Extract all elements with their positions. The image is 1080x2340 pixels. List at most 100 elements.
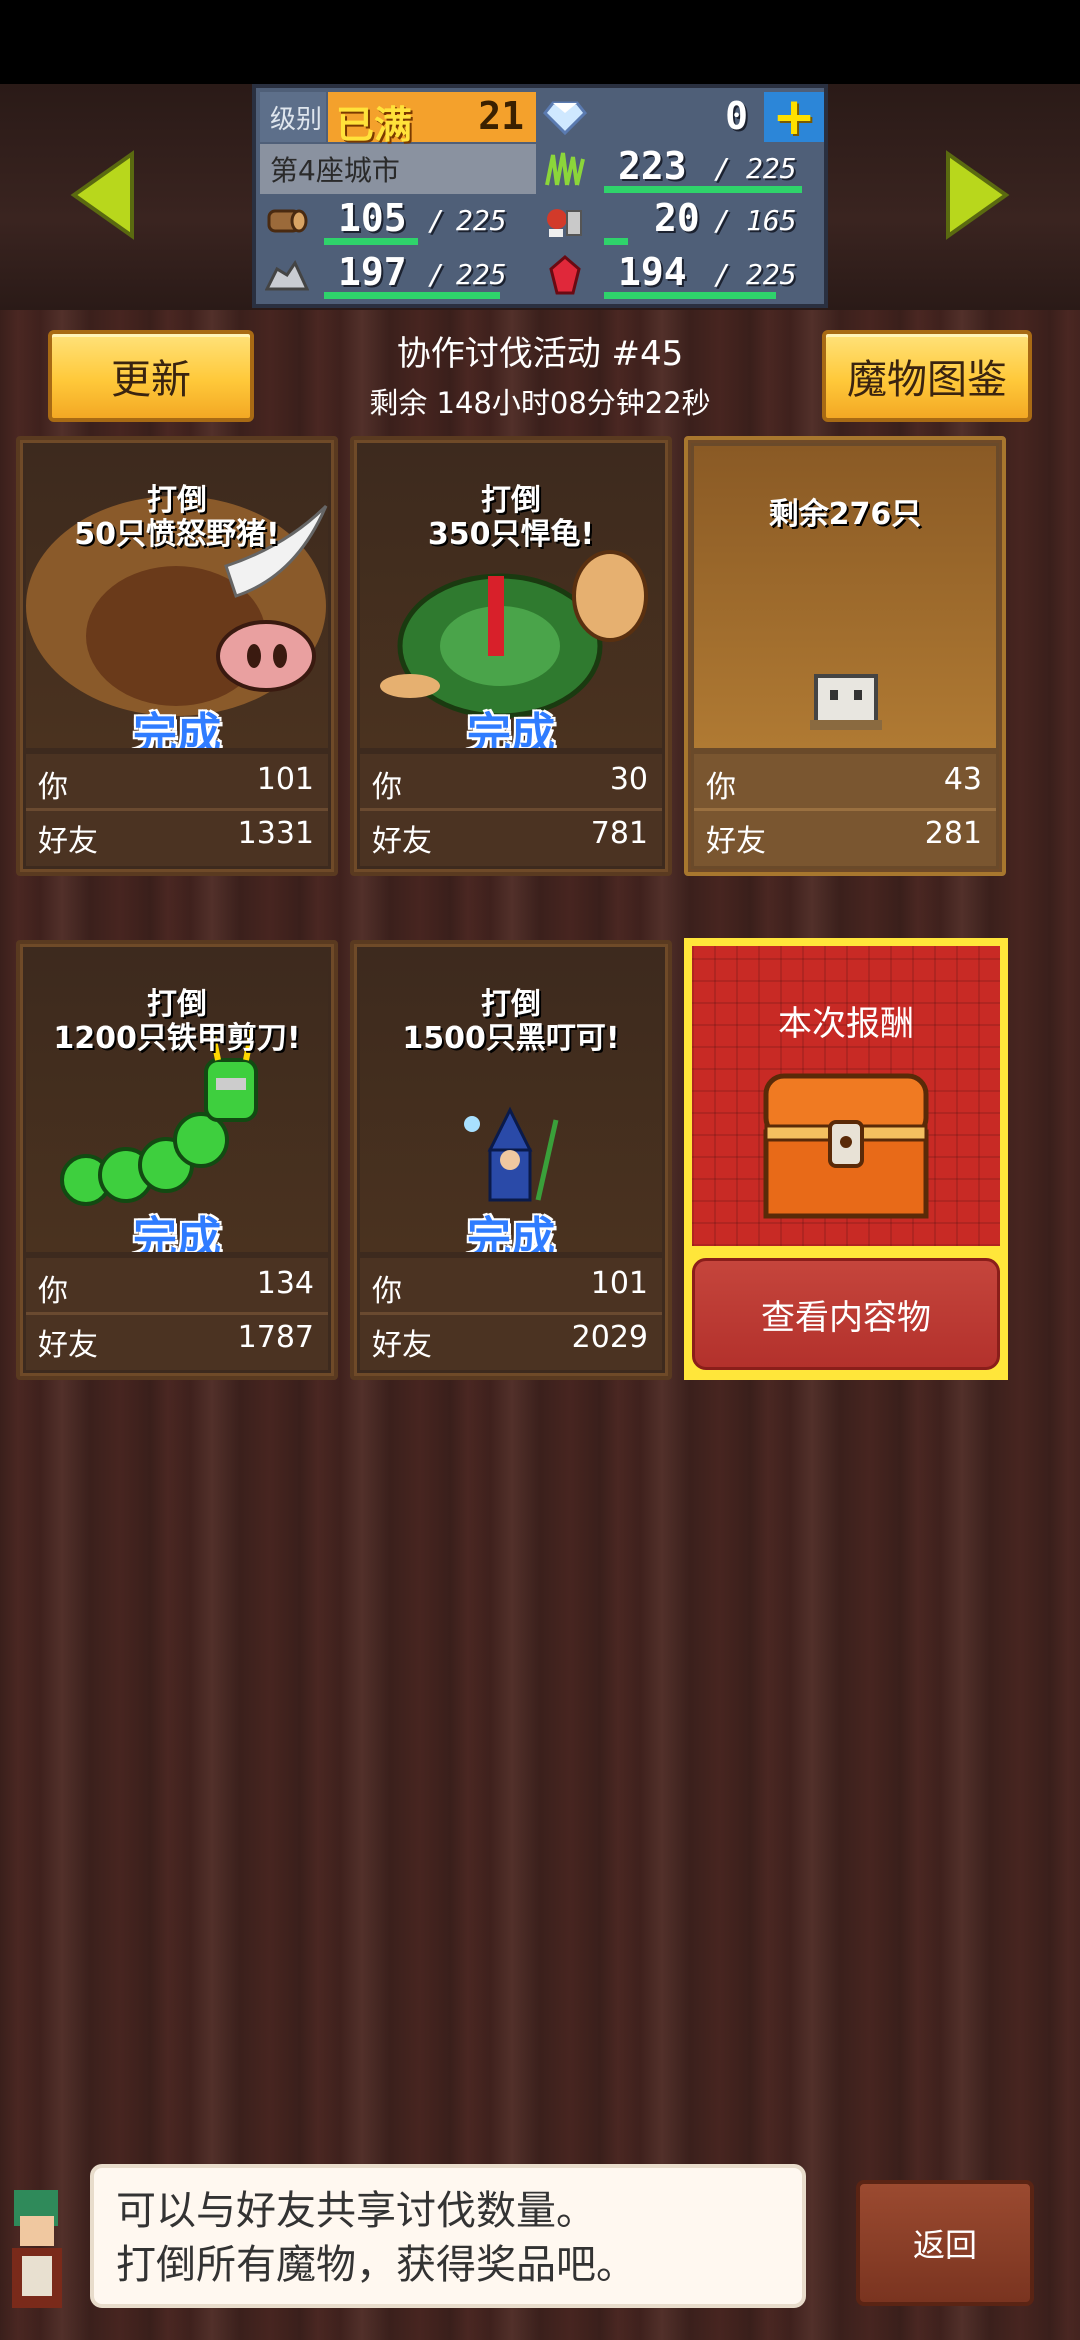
card-caption: 打倒 1200只铁甲剪刀! [26, 988, 328, 1056]
card-caption: 打倒 50只愤怒野猪! [26, 484, 328, 552]
ore-bar [324, 292, 500, 299]
complete-label: 完成 [133, 1213, 221, 1252]
crystal-icon [540, 252, 590, 298]
crystal-value: 194 [618, 250, 687, 294]
resource-panel: 级别 已满 21 0 + 第4座城市 223 / 225 105 / 225 2… [252, 84, 828, 308]
you-count: 134 [256, 1266, 314, 1301]
crystal-bar [604, 292, 776, 299]
arrow-right-icon [946, 150, 1010, 240]
complete-label: 完成 [133, 709, 221, 748]
city-label: 第4座城市 [260, 144, 536, 194]
card-stats: 你 43 好友 281 [694, 754, 996, 866]
card-caption-line2: 1200只铁甲剪刀! [53, 1021, 301, 1056]
card-caption: 打倒 350只悍龟! [360, 484, 662, 552]
wood-bar [324, 238, 418, 245]
food-slash: / [714, 204, 731, 237]
ghost-monster-icon [810, 674, 882, 730]
card-caption-line1: 打倒 [481, 987, 541, 1022]
hunt-card-remaining[interactable]: 剩余276只 你 43 好友 281 [684, 436, 1006, 876]
food-stat: 20 / 165 [596, 196, 824, 246]
arrow-left-icon [70, 150, 134, 240]
level-value: 21 [478, 94, 524, 138]
food-value: 20 [654, 196, 700, 240]
status-bar [0, 0, 1080, 84]
card-caption-line1: 打倒 [147, 483, 207, 518]
you-count: 30 [609, 762, 648, 797]
level-status: 已满 [336, 103, 413, 147]
card-art: 打倒 1200只铁甲剪刀! 完成 [26, 950, 328, 1252]
you-label: 你 [372, 1274, 402, 1309]
friend-count: 281 [924, 816, 982, 851]
wood-icon [262, 198, 312, 244]
card-art: 打倒 50只愤怒野猪! 完成 [26, 446, 328, 748]
friend-count: 781 [590, 816, 648, 851]
card-stats: 你 101 好友 2029 [360, 1258, 662, 1370]
card-caption: 打倒 1500只黑叮可! [360, 988, 662, 1056]
card-stats: 你 30 好友 781 [360, 754, 662, 866]
add-gems-button[interactable]: + [764, 87, 824, 147]
grass-stat: 223 / 225 [596, 144, 824, 194]
guide-character-avatar [12, 2190, 62, 2308]
card-art: 打倒 1500只黑叮可! 完成 [360, 950, 662, 1252]
friend-label: 好友 [38, 824, 98, 859]
ore-slash: / [428, 258, 445, 291]
grass-max: 225 [746, 152, 797, 185]
friend-label: 好友 [38, 1328, 98, 1363]
complete-label: 完成 [467, 1213, 555, 1252]
crystal-slash: / [714, 258, 731, 291]
wood-max: 225 [456, 204, 507, 237]
you-count: 101 [256, 762, 314, 797]
card-caption-line1: 打倒 [147, 987, 207, 1022]
wood-stat: 105 / 225 [316, 196, 536, 246]
wood-value: 105 [338, 196, 407, 240]
grass-slash: / [714, 152, 731, 185]
grass-icon [540, 146, 590, 192]
plus-icon: + [772, 87, 816, 147]
food-max: 165 [746, 204, 797, 237]
event-time-remaining: 剩余 148小时08分钟22秒 [369, 386, 711, 420]
friend-count: 1787 [237, 1320, 314, 1355]
gems-box: 0 [596, 92, 762, 142]
crystal-stat: 194 / 225 [596, 250, 824, 300]
gems-value: 0 [725, 94, 748, 138]
friend-label: 好友 [372, 824, 432, 859]
hint-line1: 可以与好友共享讨伐数量。 [116, 2188, 596, 2234]
next-city-arrow[interactable] [942, 150, 1012, 240]
card-stats: 你 134 好友 1787 [26, 1258, 328, 1370]
hunt-card-boar[interactable]: 打倒 50只愤怒野猪! 完成 你 101 好友 1331 [16, 436, 338, 876]
remaining-count-label: 剩余276只 [768, 497, 922, 532]
ore-icon [262, 252, 312, 298]
you-label: 你 [706, 770, 736, 805]
ore-stat: 197 / 225 [316, 250, 536, 300]
level-label: 级别 [260, 92, 326, 142]
card-art: 打倒 350只悍龟! 完成 [360, 446, 662, 748]
food-icon [540, 198, 590, 244]
hunt-card-turtle[interactable]: 打倒 350只悍龟! 完成 你 30 好友 781 [350, 436, 672, 876]
back-button[interactable]: 返回 [856, 2180, 1034, 2306]
card-stats: 你 101 好友 1331 [26, 754, 328, 866]
card-caption: 剩余276只 [694, 498, 996, 532]
you-count: 101 [590, 1266, 648, 1301]
view-contents-button[interactable]: 查看内容物 [692, 1258, 1000, 1370]
reward-panel: 本次报酬 [692, 946, 1000, 1246]
friend-count: 2029 [571, 1320, 648, 1355]
card-art: 剩余276只 [694, 446, 996, 748]
hunt-card-caterpillar[interactable]: 打倒 1200只铁甲剪刀! 完成 你 134 好友 1787 [16, 940, 338, 1380]
update-button[interactable]: 更新 [48, 330, 254, 422]
prev-city-arrow[interactable] [68, 150, 138, 240]
you-label: 你 [38, 1274, 68, 1309]
hunt-card-wizard[interactable]: 打倒 1500只黑叮可! 完成 你 101 好友 2029 [350, 940, 672, 1380]
card-caption-line1: 打倒 [481, 483, 541, 518]
crystal-max: 225 [746, 258, 797, 291]
grass-value: 223 [618, 144, 687, 188]
you-label: 你 [38, 770, 68, 805]
bestiary-button[interactable]: 魔物图鉴 [822, 330, 1032, 422]
event-title: 协作讨伐活动 #45 [396, 334, 684, 374]
card-caption-line2: 50只愤怒野猪! [74, 517, 280, 552]
treasure-chest-icon [763, 1073, 929, 1219]
card-caption-line2: 350只悍龟! [427, 517, 595, 552]
complete-label: 完成 [467, 709, 555, 748]
card-caption-line2: 1500只黑叮可! [402, 1021, 620, 1056]
ore-max: 225 [456, 258, 507, 291]
friend-label: 好友 [372, 1328, 432, 1363]
